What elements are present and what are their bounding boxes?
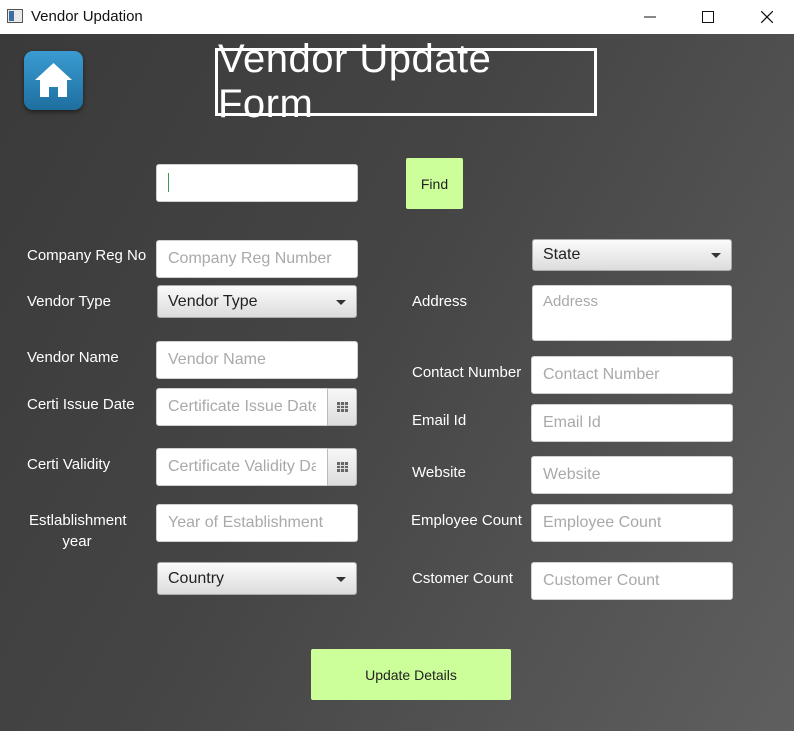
address-label: Address (412, 293, 468, 310)
certi-issue-date-picker[interactable] (327, 388, 357, 426)
close-button[interactable] (744, 0, 790, 34)
certi-validity-label: Certi Validity (27, 456, 111, 473)
calendar-icon (336, 402, 348, 412)
establishment-label-line2: year (62, 533, 92, 550)
employee-count-label: Employee Count (411, 512, 522, 529)
vendor-name-input[interactable] (156, 341, 358, 379)
chevron-down-icon (711, 253, 721, 258)
window-title: Vendor Updation (31, 8, 143, 25)
website-input[interactable] (531, 456, 733, 494)
contact-number-input[interactable] (531, 356, 733, 394)
text-cursor (168, 173, 169, 192)
state-select[interactable]: State (532, 239, 732, 271)
window-titlebar: Vendor Updation (0, 0, 794, 34)
minimize-icon (644, 16, 656, 18)
calendar-icon (336, 462, 348, 472)
establishment-year-input[interactable] (156, 504, 358, 542)
home-button[interactable] (24, 51, 83, 110)
maximize-icon (702, 11, 714, 23)
certi-validity-date-picker[interactable] (327, 448, 357, 486)
find-button[interactable]: Find (406, 158, 463, 209)
app-icon (7, 9, 23, 23)
maximize-button[interactable] (685, 0, 731, 34)
establishment-label-line1: Estlablishment (29, 512, 127, 529)
minimize-button[interactable] (627, 0, 673, 34)
contact-number-label: Contact Number (412, 364, 522, 381)
company-reg-label: Company Reg No (27, 247, 147, 264)
state-value: State (543, 246, 581, 263)
vendor-type-select[interactable]: Vendor Type (157, 285, 357, 318)
close-icon (761, 11, 773, 23)
establishment-label: Estlablishment year (29, 510, 127, 552)
country-value: Country (168, 569, 225, 587)
email-input[interactable] (531, 404, 733, 442)
update-details-button[interactable]: Update Details (311, 649, 511, 700)
address-textarea[interactable] (532, 285, 732, 341)
vendor-type-label: Vendor Type (27, 293, 111, 310)
form-area: Vendor Update Form Find Company Reg No V… (0, 34, 794, 731)
vendor-type-value: Vendor Type (168, 292, 258, 310)
country-select[interactable]: Country (157, 562, 357, 595)
vendor-name-label: Vendor Name (27, 349, 119, 366)
home-icon (35, 63, 72, 97)
company-reg-input[interactable] (156, 240, 358, 278)
certi-issue-date-input[interactable] (156, 388, 328, 426)
search-input[interactable] (156, 164, 358, 202)
employee-count-input[interactable] (531, 504, 733, 542)
customer-count-label: Cstomer Count (412, 570, 513, 587)
customer-count-input[interactable] (531, 562, 733, 600)
page-title: Vendor Update Form (215, 37, 597, 126)
chevron-down-icon (336, 576, 346, 582)
email-label: Email Id (412, 412, 467, 429)
website-label: Website (412, 464, 466, 481)
certi-validity-date-input[interactable] (156, 448, 328, 486)
chevron-down-icon (336, 299, 346, 305)
certi-issue-label: Certi Issue Date (27, 396, 135, 413)
